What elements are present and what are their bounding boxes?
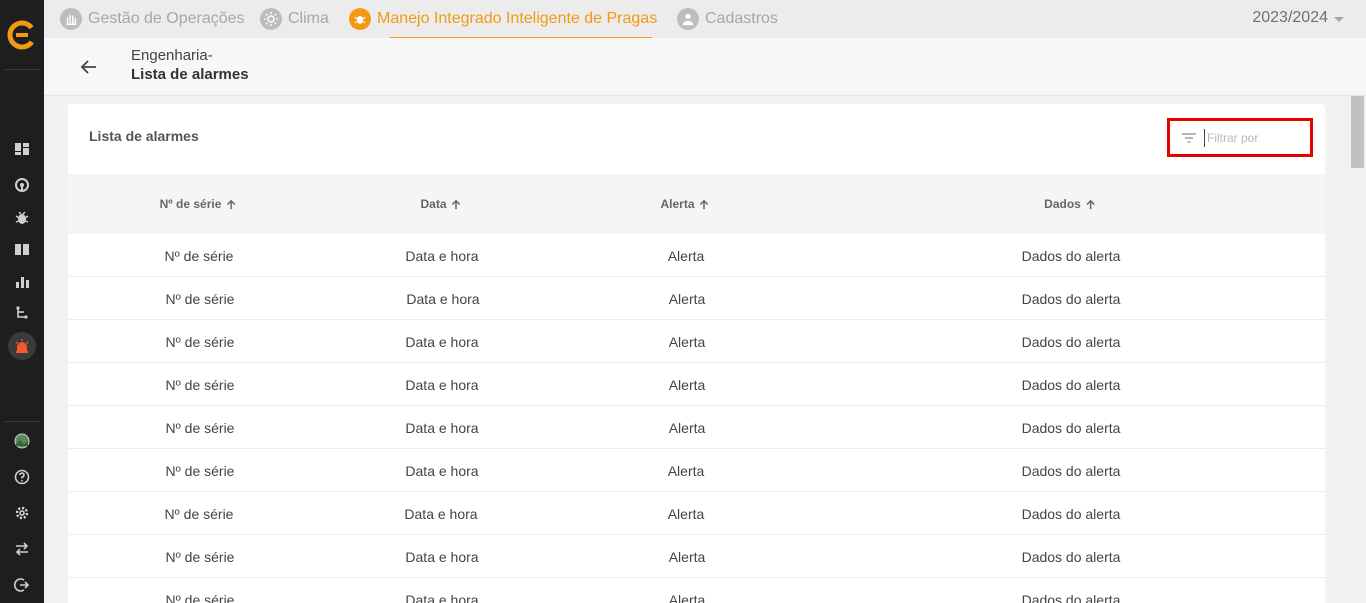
sidebar-divider [5,69,40,70]
column-header-data[interactable]: Data [420,174,461,234]
hand-icon [60,8,82,30]
sort-arrow-icon [451,199,461,209]
alarm-icon[interactable] [8,332,36,360]
cell-serie: Nº de série [165,548,235,565]
person-icon [677,8,699,30]
cell-alerta: Alerta [667,505,705,522]
cell-data: Data e hora [405,247,479,264]
cell-dados: Dados do alerta [1021,548,1121,565]
table-row[interactable]: Nº de série Data e hora Alerta Dados do … [68,449,1325,492]
season-selector[interactable]: 2023/2024 [1252,0,1344,36]
sort-arrow-icon [226,199,236,209]
table-row[interactable]: Nº de série Data e hora Alerta Dados do … [68,492,1325,535]
flow-icon[interactable] [10,301,34,325]
table-row[interactable]: Nº de série Data e hora Alerta Dados do … [68,320,1325,363]
settings-icon[interactable] [10,501,34,525]
book-icon[interactable] [10,237,34,261]
card-title: Lista de alarmes [89,128,199,144]
radar-icon[interactable] [10,173,34,197]
sort-arrow-icon [1086,199,1095,209]
table-row[interactable]: Nº de série Data e hora Alerta Dados do … [68,277,1325,320]
bug-icon[interactable] [10,206,34,230]
cell-serie: Nº de série [164,247,234,264]
filter-icon [1180,129,1198,147]
alarm-list-card: Lista de alarmes Nº de série Data Alerta… [68,104,1325,603]
cell-alerta: Alerta [668,376,706,393]
cell-data: Data e hora [406,290,480,307]
tab-manejo-pragas[interactable]: Manejo Integrado Inteligente de Pragas [349,0,657,38]
cell-serie: Nº de série [164,505,234,522]
filter-input[interactable] [1204,128,1304,147]
back-arrow-icon[interactable] [77,55,101,79]
dashboard-icon[interactable] [10,137,34,161]
table-row[interactable]: Nº de série Data e hora Alerta Dados do … [68,578,1325,603]
cell-alerta: Alerta [668,419,706,436]
cell-serie: Nº de série [165,290,235,307]
tab-label: Clima [288,10,329,27]
cell-dados: Dados do alerta [1021,419,1121,436]
page-title: Lista de alarmes [131,66,249,83]
chevron-down-icon [1334,16,1344,22]
logout-icon[interactable] [10,573,34,597]
cell-data: Data e hora [405,548,479,565]
cell-data: Data e hora [405,462,479,479]
table-header: Nº de série Data Alerta Dados [68,174,1325,234]
sort-arrow-icon [699,199,709,209]
cell-dados: Dados do alerta [1021,290,1121,307]
cell-data: Data e hora [405,419,479,436]
cell-alerta: Alerta [667,462,705,479]
cell-dados: Dados do alerta [1021,591,1121,603]
tab-label: Gestão de Operações [88,10,245,27]
cell-alerta: Alerta [668,591,706,603]
tab-clima[interactable]: Clima [260,0,329,38]
cell-dados: Dados do alerta [1021,376,1121,393]
cell-data: Data e hora [405,591,479,603]
season-value: 2023/2024 [1252,9,1328,26]
cell-dados: Dados do alerta [1021,333,1121,350]
page-scrollbar[interactable] [1349,96,1366,603]
column-header-dados[interactable]: Dados [1044,174,1096,234]
logo-icon[interactable] [7,20,37,50]
cell-serie: Nº de série [165,419,235,436]
sidebar [0,0,44,603]
cell-dados: Dados do alerta [1021,505,1121,522]
avatar-icon[interactable] [10,429,34,453]
tab-label: Cadastros [705,10,778,27]
scrollbar-thumb[interactable] [1351,96,1364,168]
cell-dados: Dados do alerta [1021,247,1121,264]
page-header: Engenharia- Lista de alarmes [44,38,1366,96]
column-header-alerta[interactable]: Alerta [660,174,709,234]
tab-label: Manejo Integrado Inteligente de Pragas [377,10,658,27]
cell-data: Data e hora [405,376,479,393]
bar-chart-icon[interactable] [10,270,34,294]
cell-dados: Dados do alerta [1021,462,1121,479]
table-row[interactable]: Nº de série Data e hora Alerta Dados do … [68,234,1325,277]
top-navigation: Gestão de Operações Clima Manejo Integra… [44,0,1366,39]
cell-alerta: Alerta [668,290,706,307]
table-row[interactable]: Nº de série Data e hora Alerta Dados do … [68,363,1325,406]
cell-alerta: Alerta [667,247,705,264]
cell-data: Data e hora [404,505,478,522]
cell-serie: Nº de série [165,591,235,603]
cell-alerta: Alerta [668,333,706,350]
sun-icon [260,8,282,30]
breadcrumb: Engenharia- [131,47,213,64]
cell-alerta: Alerta [668,548,706,565]
help-icon[interactable] [10,465,34,489]
cell-data: Data e hora [405,333,479,350]
filter-field[interactable] [1167,118,1313,157]
table-row[interactable]: Nº de série Data e hora Alerta Dados do … [68,406,1325,449]
sidebar-divider [5,421,40,422]
cell-serie: Nº de série [165,376,235,393]
table-row[interactable]: Nº de série Data e hora Alerta Dados do … [68,535,1325,578]
cell-serie: Nº de série [165,333,235,350]
swap-icon[interactable] [10,537,34,561]
tab-gestao-operacoes[interactable]: Gestão de Operações [60,0,245,38]
cell-serie: Nº de série [165,462,235,479]
tab-cadastros[interactable]: Cadastros [677,0,778,38]
bug-icon [349,8,371,30]
column-header-serie[interactable]: Nº de série [160,174,237,234]
